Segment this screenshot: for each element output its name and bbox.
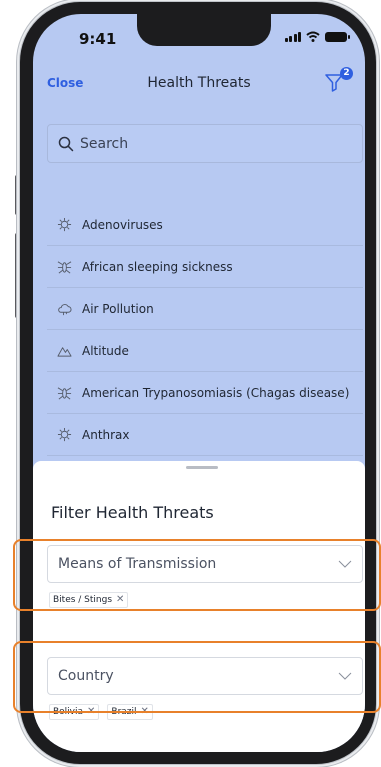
country-select[interactable]: Country: [47, 657, 363, 695]
page-title: Health Threats: [147, 75, 251, 91]
volume-button: [15, 233, 19, 318]
cellular-signal-icon: [284, 31, 301, 42]
threat-label: Anthrax: [82, 427, 130, 442]
battery-icon: [325, 31, 350, 42]
status-icons: [284, 31, 350, 42]
chip-label: Bolivia: [53, 707, 84, 717]
filter-chip: Bites / Stings ✕: [49, 592, 129, 608]
virus-icon: [57, 217, 72, 232]
threat-label: Air Pollution: [82, 301, 154, 316]
status-time: 9:41: [79, 30, 117, 48]
remove-chip-icon[interactable]: ✕: [141, 707, 149, 717]
list-item[interactable]: Adenoviruses: [47, 204, 363, 246]
filter-count-badge: 2: [340, 67, 353, 80]
filter-chip: Bolivia ✕: [49, 704, 100, 720]
filter-chip: Brazil ✕: [107, 704, 153, 720]
threat-label: Adenoviruses: [82, 217, 163, 232]
list-item[interactable]: African sleeping sickness: [47, 246, 363, 288]
transmission-select-label: Means of Transmission: [58, 556, 217, 572]
virus-icon: [57, 427, 72, 442]
remove-chip-icon[interactable]: ✕: [116, 595, 124, 605]
chevron-down-icon: [338, 672, 352, 680]
navigation-bar: Close Health Threats 2: [33, 67, 365, 98]
sheet-drag-handle[interactable]: [186, 466, 218, 469]
transmission-select[interactable]: Means of Transmission: [47, 545, 363, 583]
mute-switch: [15, 175, 19, 215]
chevron-down-icon: [338, 560, 352, 568]
threat-label: American Trypanosomiasis (Chagas disease…: [82, 385, 350, 400]
list-item[interactable]: Air Pollution: [47, 288, 363, 330]
wifi-icon: [306, 31, 320, 42]
list-item[interactable]: American Trypanosomiasis (Chagas disease…: [47, 372, 363, 414]
list-item[interactable]: Altitude: [47, 330, 363, 372]
country-select-label: Country: [58, 668, 114, 684]
filter-button[interactable]: 2: [323, 64, 353, 94]
transmission-chips: Bites / Stings ✕: [49, 592, 129, 608]
threat-label: Altitude: [82, 343, 129, 358]
chip-label: Brazil: [111, 707, 137, 717]
search-input[interactable]: [80, 135, 350, 152]
mountain-icon: [57, 347, 72, 357]
filter-sheet: Filter Health Threats Means of Transmiss…: [33, 461, 365, 752]
search-icon: [58, 136, 74, 151]
cloud-icon: [58, 304, 72, 316]
search-box[interactable]: [47, 124, 363, 163]
list-item[interactable]: Anthrax: [47, 414, 363, 456]
insect-icon: [57, 387, 72, 400]
sheet-title: Filter Health Threats: [51, 503, 214, 522]
notch: [137, 14, 271, 46]
threat-list: Adenoviruses African sleeping sickness A…: [47, 204, 363, 456]
remove-chip-icon[interactable]: ✕: [87, 707, 95, 717]
country-chips: Bolivia ✕ Brazil ✕: [49, 704, 153, 720]
phone-screen: 9:41 Close Health Threats 2 Search Adeno…: [33, 14, 365, 752]
threat-label: African sleeping sickness: [82, 259, 233, 274]
chip-label: Bites / Stings: [53, 595, 113, 605]
insect-icon: [57, 261, 72, 274]
